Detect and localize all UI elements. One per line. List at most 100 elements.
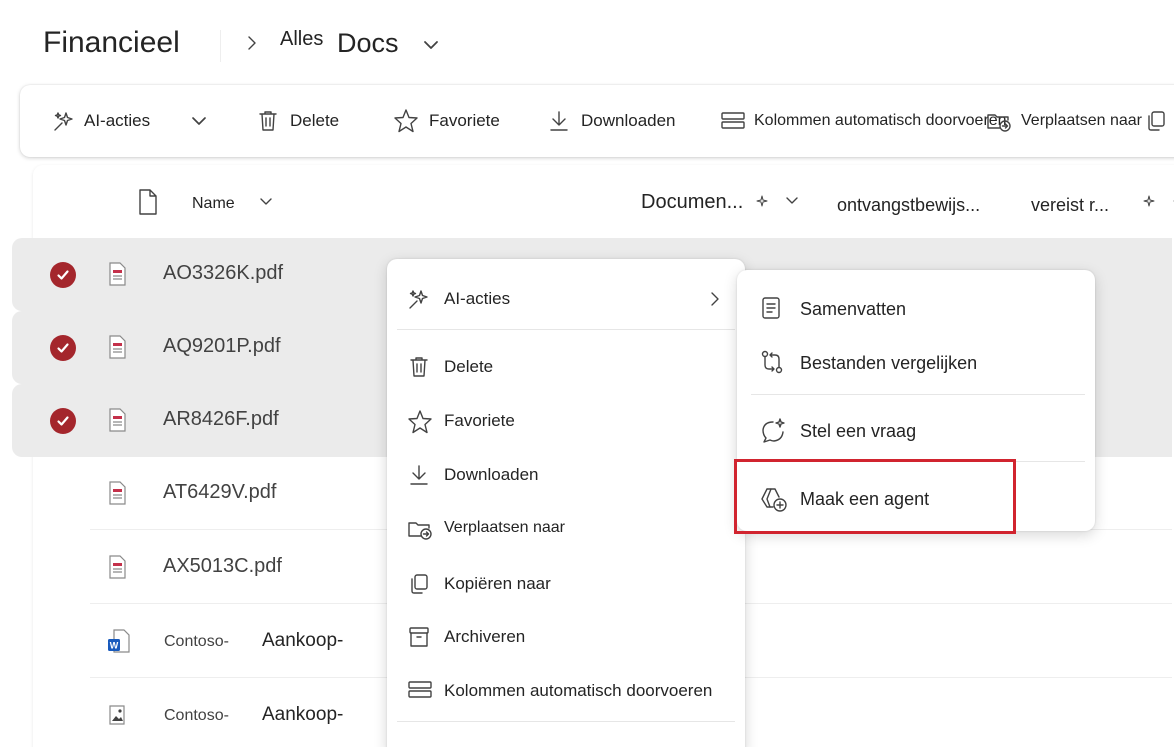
pdf-file-icon xyxy=(109,408,126,432)
star-icon xyxy=(408,410,432,434)
file-name[interactable]: AX5013C.pdf xyxy=(163,555,282,578)
pdf-file-icon xyxy=(109,262,126,286)
trash-icon xyxy=(259,111,277,131)
selected-check-icon[interactable] xyxy=(50,408,76,434)
summary-icon xyxy=(762,297,780,319)
submenu-item-ask-question[interactable]: Stel een vraag xyxy=(747,406,1085,456)
pdf-file-icon xyxy=(109,481,126,505)
column-header-row: Name Documen... ontvangstbewijs... verei… xyxy=(33,165,1174,238)
selected-check-icon[interactable] xyxy=(50,262,76,288)
sparkle-icon xyxy=(756,195,768,207)
submenu-item-compare[interactable]: Bestanden vergelijken xyxy=(747,338,1085,388)
sparkle-icon xyxy=(1143,195,1155,207)
folder-move-icon xyxy=(987,114,1011,132)
chevron-down-icon[interactable] xyxy=(258,194,274,210)
copy-to-button[interactable] xyxy=(1144,85,1168,157)
ai-actions-button[interactable]: AI-acties xyxy=(52,85,150,157)
submenu-item-summarize[interactable]: Samenvatten xyxy=(747,284,1085,334)
menu-item-more[interactable] xyxy=(397,735,735,747)
selected-check-icon[interactable] xyxy=(50,335,76,361)
menu-item-label: Verplaatsen naar xyxy=(444,519,565,536)
menu-item-favorite[interactable]: Favoriete xyxy=(397,397,735,445)
columns-icon xyxy=(408,681,432,698)
menu-divider xyxy=(397,721,735,722)
copy-icon xyxy=(411,574,428,594)
menu-item-move-to[interactable]: Verplaatsen naar xyxy=(397,505,735,553)
required-column-header[interactable]: vereist r... xyxy=(1031,195,1109,216)
ai-actions-dropdown[interactable] xyxy=(190,85,208,157)
archive-icon xyxy=(409,627,429,647)
menu-item-label: Kolommen automatisch doorvoeren xyxy=(444,681,713,700)
autofill-columns-button[interactable]: Kolommen automatisch doorvoeren xyxy=(720,85,1007,157)
menu-item-autofill-columns[interactable]: Kolommen automatisch doorvoeren xyxy=(397,667,735,715)
image-file-icon xyxy=(109,705,125,725)
autofill-columns-label: Kolommen automatisch doorvoeren xyxy=(754,112,1007,129)
ai-actions-label: AI-acties xyxy=(84,111,151,130)
chevron-down-icon xyxy=(192,117,206,125)
download-icon xyxy=(410,465,428,485)
receipt-column-header[interactable]: ontvangstbewijs... xyxy=(837,195,980,216)
chat-sparkle-icon xyxy=(762,418,785,443)
favorite-label: Favoriete xyxy=(429,111,500,130)
download-icon xyxy=(550,111,568,131)
file-type-icon[interactable] xyxy=(136,188,160,216)
download-label: Downloaden xyxy=(581,111,676,130)
sparkle-icon xyxy=(409,290,428,309)
menu-item-label: Archiveren xyxy=(444,627,526,646)
pdf-file-icon xyxy=(109,555,126,579)
document-column-header[interactable]: Documen... xyxy=(641,191,743,214)
copy-icon xyxy=(1148,111,1165,131)
name-column-header[interactable]: Name xyxy=(192,195,235,213)
file-name-part1[interactable]: Contoso- xyxy=(164,633,229,651)
menu-item-label: Kopiëren naar xyxy=(444,574,551,593)
pdf-file-icon xyxy=(109,335,126,359)
library-dropdown-icon[interactable] xyxy=(421,35,441,55)
move-to-button[interactable]: Verplaatsen naar xyxy=(986,85,1142,157)
move-to-label: Verplaatsen naar xyxy=(1021,112,1142,129)
menu-item-label: Delete xyxy=(444,357,494,376)
file-name[interactable]: AR8426F.pdf xyxy=(163,408,279,431)
menu-item-delete[interactable]: Delete xyxy=(397,343,735,391)
breadcrumb-library-part2[interactable]: Docs xyxy=(337,28,399,59)
context-menu: AI-acties Delete Favoriete Downloaden Ve… xyxy=(387,259,745,747)
header-divider xyxy=(220,30,221,62)
chevron-right-icon xyxy=(711,292,719,306)
menu-item-copy-to[interactable]: Kopiëren naar xyxy=(397,560,735,608)
word-file-icon: W xyxy=(108,629,130,653)
file-name[interactable]: AO3326K.pdf xyxy=(163,262,283,285)
compare-icon xyxy=(761,350,783,374)
star-icon xyxy=(394,109,418,133)
delete-label: Delete xyxy=(290,111,340,130)
menu-item-ai-actions[interactable]: AI-acties xyxy=(397,275,735,323)
menu-divider xyxy=(751,394,1085,395)
file-name[interactable]: AQ9201P.pdf xyxy=(163,335,281,358)
submenu-item-label: Samenvatten xyxy=(800,299,907,319)
menu-item-label: AI-acties xyxy=(444,289,511,308)
file-name-part2[interactable]: Aankoop- xyxy=(262,630,343,652)
download-button[interactable]: Downloaden xyxy=(547,85,676,157)
breadcrumb-library-part1[interactable]: Alles xyxy=(280,28,323,51)
command-bar: AI-acties Delete Favoriete Downloaden Ko… xyxy=(20,85,1174,157)
svg-text:W: W xyxy=(110,641,119,651)
submenu-item-label: Stel een vraag xyxy=(800,421,917,441)
page-header: Financieel Alles Docs xyxy=(0,0,1174,80)
favorite-button[interactable]: Favoriete xyxy=(393,85,500,157)
columns-icon xyxy=(721,112,745,129)
menu-divider xyxy=(397,329,735,330)
highlight-box xyxy=(734,459,1016,534)
chevron-down-icon[interactable] xyxy=(784,193,800,209)
file-name-part1[interactable]: Contoso- xyxy=(164,707,229,725)
sparkle-icon xyxy=(54,112,73,131)
submenu-item-label: Bestanden vergelijken xyxy=(800,353,978,373)
file-name[interactable]: AT6429V.pdf xyxy=(163,481,276,504)
trash-icon xyxy=(410,357,428,377)
delete-button[interactable]: Delete xyxy=(256,85,339,157)
file-name-part2[interactable]: Aankoop- xyxy=(262,704,343,726)
breadcrumb-chevron-icon xyxy=(248,36,256,50)
menu-item-download[interactable]: Downloaden xyxy=(397,451,735,499)
folder-move-icon xyxy=(408,522,432,540)
menu-item-archive[interactable]: Archiveren xyxy=(397,613,735,661)
site-title[interactable]: Financieel xyxy=(43,26,180,60)
menu-item-label: Downloaden xyxy=(444,465,539,484)
menu-item-label: Favoriete xyxy=(444,411,515,430)
